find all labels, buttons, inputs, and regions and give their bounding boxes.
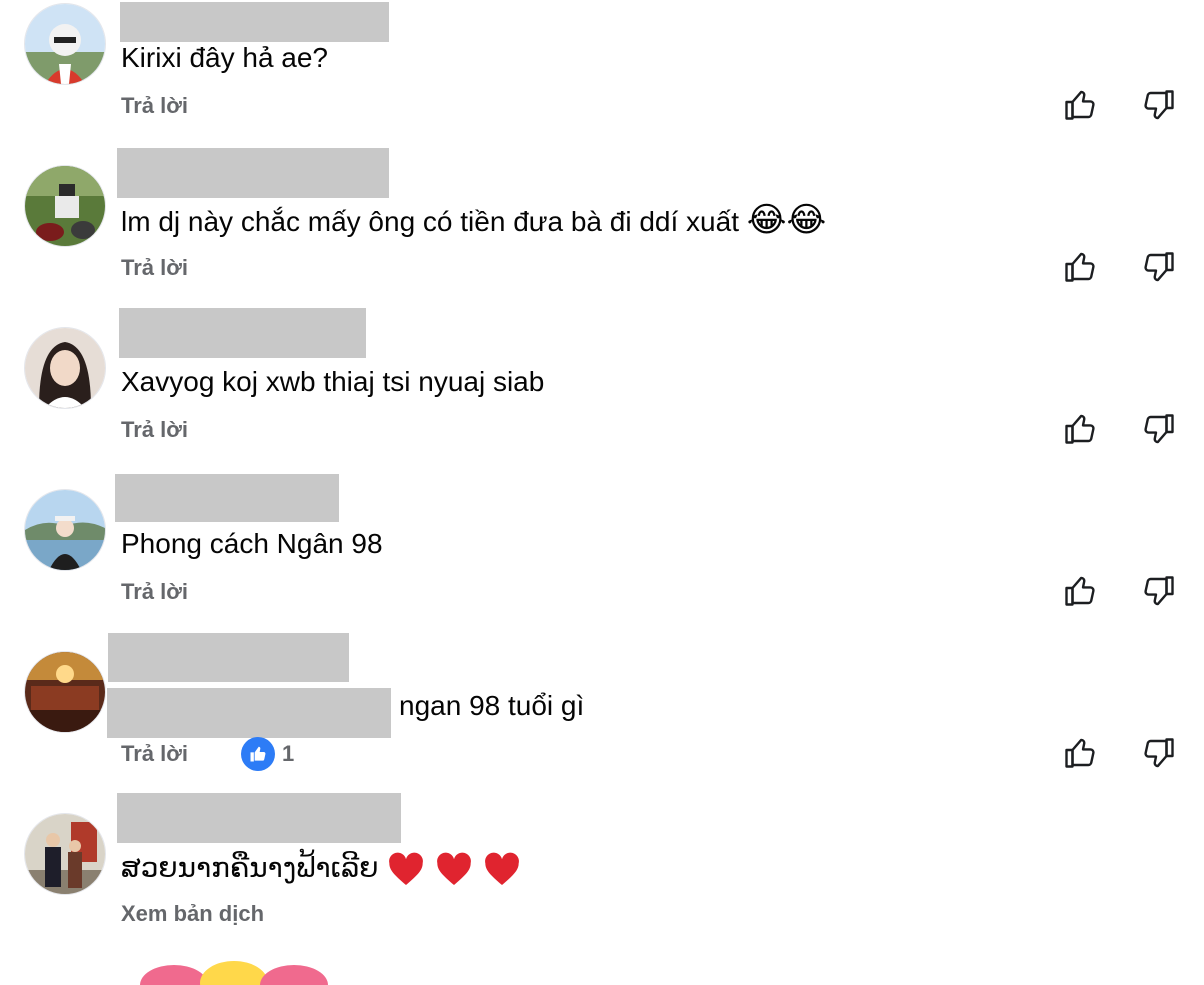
sticker-image xyxy=(140,961,328,985)
comment-text: Xavyog koj xwb thiaj tsi nyuaj siab xyxy=(121,366,545,397)
comment-text: lm dj này chắc mấy ông có tiền đưa bà đi… xyxy=(121,200,826,242)
avatar[interactable] xyxy=(24,327,106,409)
thumbs-up-outline-icon xyxy=(1065,738,1095,768)
red-heart-icon xyxy=(389,852,424,885)
redacted-author-name xyxy=(117,793,401,843)
reply-link[interactable]: Trả lời xyxy=(121,579,188,605)
comment-text: ສວຍນາກຄືນາງຟ້າເລີຍ xyxy=(121,848,522,890)
comment-text-body: lm dj này chắc mấy ông có tiền đưa bà đi… xyxy=(121,206,739,237)
avatar[interactable] xyxy=(24,813,106,895)
avatar[interactable] xyxy=(24,651,106,733)
comment-item: ສວຍນາກຄືນາງຟ້າເລີຍ Xem bản dịch xyxy=(0,793,1204,972)
comment-item: ngan 98 tuổi gì Trả lời 1 xyxy=(0,633,1204,810)
dislike-button[interactable] xyxy=(1141,735,1177,771)
redacted-author-name xyxy=(108,633,349,682)
reply-link[interactable]: Trả lời xyxy=(121,93,188,119)
thumbs-down-outline-icon xyxy=(1144,576,1174,606)
like-button[interactable] xyxy=(1062,735,1098,771)
comment-item: lm dj này chắc mấy ông có tiền đưa bà đi… xyxy=(0,148,1204,324)
like-button[interactable] xyxy=(1062,87,1098,123)
redacted-author-name xyxy=(115,474,339,522)
red-heart-icon xyxy=(437,852,472,885)
comment-item: Xavyog koj xwb thiaj tsi nyuaj siab Trả … xyxy=(0,308,1204,486)
comment-text: Kirixi đây hả ae? xyxy=(121,42,329,73)
thumbs-up-outline-icon xyxy=(1065,252,1095,282)
avatar[interactable] xyxy=(24,165,106,247)
like-button[interactable] xyxy=(1062,411,1098,447)
comment-item: Kirixi đây hả ae? Trả lời xyxy=(0,0,1204,162)
dislike-button[interactable] xyxy=(1141,411,1177,447)
avatar[interactable] xyxy=(24,489,106,571)
thumbs-up-outline-icon xyxy=(1065,414,1095,444)
thumbs-up-outline-icon xyxy=(1065,90,1095,120)
reply-link[interactable]: Trả lời xyxy=(121,255,188,281)
red-heart-icon xyxy=(484,852,519,885)
like-button[interactable] xyxy=(1062,249,1098,285)
thumbs-down-outline-icon xyxy=(1144,738,1174,768)
thumbs-down-outline-icon xyxy=(1144,90,1174,120)
dislike-button[interactable] xyxy=(1141,573,1177,609)
redacted-author-name xyxy=(120,2,389,42)
laughing-emoji-icon: 😂😂 xyxy=(746,201,827,239)
thumbs-down-outline-icon xyxy=(1144,252,1174,282)
like-reaction-icon xyxy=(241,737,275,771)
redacted-mention xyxy=(107,688,391,738)
like-button[interactable] xyxy=(1062,573,1098,609)
thumbs-down-outline-icon xyxy=(1144,414,1174,444)
comment-text-body: ສວຍນາກຄືນາງຟ້າເລີຍ xyxy=(121,852,379,883)
reply-link[interactable]: Trả lời xyxy=(121,741,188,767)
see-translation-link[interactable]: Xem bản dịch xyxy=(121,901,264,927)
comment-item: Phong cách Ngân 98 Trả lời xyxy=(0,474,1204,648)
dislike-button[interactable] xyxy=(1141,249,1177,285)
avatar[interactable] xyxy=(24,3,106,85)
like-count: 1 xyxy=(282,741,295,766)
comment-text: Phong cách Ngân 98 xyxy=(121,528,383,559)
thumbs-up-outline-icon xyxy=(1065,576,1095,606)
redacted-author-name xyxy=(119,308,366,358)
reply-link[interactable]: Trả lời xyxy=(121,417,188,443)
redacted-author-name xyxy=(117,148,389,198)
comment-text: ngan 98 tuổi gì xyxy=(399,690,585,721)
dislike-button[interactable] xyxy=(1141,87,1177,123)
